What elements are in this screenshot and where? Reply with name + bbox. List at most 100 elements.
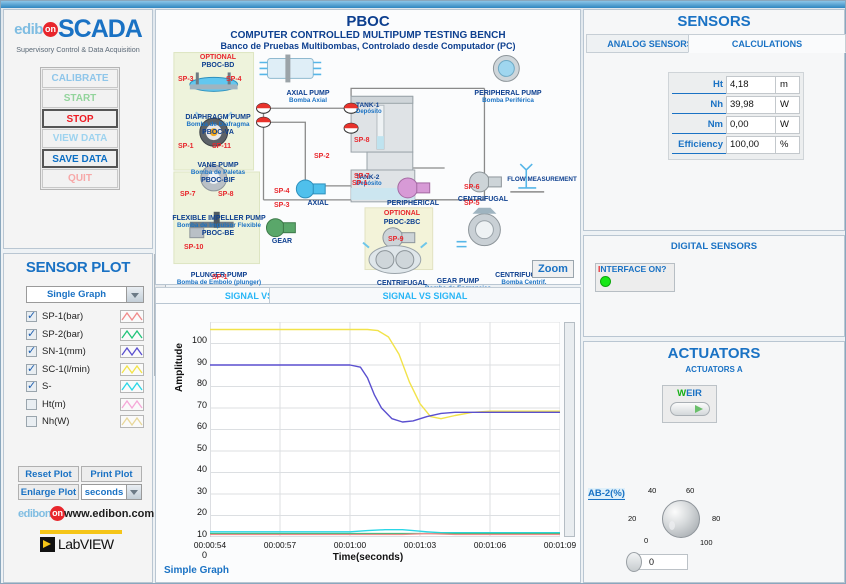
legend-row[interactable]: Ht(m) bbox=[26, 396, 144, 414]
legend-row[interactable]: Nh(W) bbox=[26, 413, 144, 431]
knob-tick-0: 0 bbox=[644, 536, 649, 545]
sp-tag-sp-7b: SP-7 bbox=[354, 173, 370, 180]
process-diagram-panel: PBOC COMPUTER CONTROLLED MULTIPUMP TESTI… bbox=[155, 9, 581, 292]
chart-y-tick: 20 bbox=[196, 507, 207, 517]
save-data-button[interactable]: SAVE DATA bbox=[42, 149, 118, 168]
ab2-knob-control[interactable]: 0 20 40 60 80 100 bbox=[626, 482, 738, 550]
calculation-unit: W bbox=[776, 96, 800, 114]
tank-1-label: TANK-1 bbox=[356, 102, 380, 109]
print-plot-button[interactable]: Print Plot bbox=[81, 466, 142, 482]
signal-color-swatch[interactable] bbox=[120, 327, 144, 341]
ab2-spinner-icon[interactable] bbox=[626, 552, 642, 572]
enlarge-plot-button[interactable]: Enlarge Plot bbox=[18, 484, 79, 500]
chart-x-tick: 00:01:06 bbox=[473, 540, 507, 550]
edibon-url-text: www.edibon.com bbox=[64, 507, 155, 520]
legend-row[interactable]: S- bbox=[26, 378, 144, 396]
sp-tag-sp-7a: SP-7 bbox=[180, 191, 196, 198]
labview-text: LabVIEW bbox=[58, 536, 114, 552]
sp-tag-sp-11: SP-11 bbox=[212, 143, 232, 150]
legend-row[interactable]: SC-1(l/min) bbox=[26, 361, 144, 379]
inline-label-peripherical: PERIPHERICAL bbox=[386, 200, 440, 207]
stop-button[interactable]: STOP bbox=[42, 109, 118, 128]
signal-checkbox[interactable] bbox=[26, 327, 37, 340]
time-unit-value: seconds bbox=[84, 486, 124, 498]
logo-subtitle: Supervisory Control & Data Acquisition bbox=[16, 45, 140, 54]
module-code-pboc-va: PBOC-VA bbox=[202, 129, 234, 136]
signal-color-swatch[interactable] bbox=[120, 380, 144, 394]
signal-legend-list: SP-1(bar) SP-2(bar) SN-1(mm) SC-1(l/min) S- H… bbox=[26, 308, 144, 430]
calibrate-button[interactable]: CALIBRATE bbox=[42, 69, 118, 88]
pump-label-peripheral-en: PERIPHERAL PUMP bbox=[474, 90, 542, 97]
chart-x-tick: 00:01:09 bbox=[543, 540, 577, 550]
signal-checkbox[interactable] bbox=[26, 344, 37, 358]
chart-y-tick: 100 bbox=[191, 335, 207, 345]
module-name-diaphragm-es: Bomba de Diafragma bbox=[186, 121, 250, 128]
sp-tag-sp-3b: SP-3 bbox=[274, 202, 290, 209]
signal-label: SN-1(mm) bbox=[42, 346, 86, 358]
time-unit-select[interactable]: seconds bbox=[81, 484, 142, 500]
signal-color-swatch[interactable] bbox=[120, 362, 144, 376]
signal-color-swatch[interactable] bbox=[120, 415, 144, 429]
signal-plot-panel: Amplitude 0 10 20 30 40 50 60 70 80 90 100 00:00:54… bbox=[155, 303, 581, 583]
inline-label-gear: GEAR bbox=[271, 238, 293, 245]
chart-x-tick: 00:00:57 bbox=[263, 540, 297, 550]
signal-checkbox[interactable] bbox=[26, 379, 37, 393]
ab2-knob[interactable] bbox=[662, 500, 700, 538]
zoom-button[interactable]: Zoom bbox=[532, 260, 574, 278]
signal-checkbox[interactable] bbox=[26, 398, 37, 410]
chart-y-tick: 10 bbox=[196, 528, 207, 539]
sp-tag-sp-3: SP-3 bbox=[178, 76, 194, 83]
signal-color-swatch[interactable] bbox=[120, 345, 144, 359]
calculation-label: Nh bbox=[672, 96, 726, 114]
weir-actuator[interactable]: WEIR bbox=[662, 385, 717, 423]
tab-calculations[interactable]: CALCULATIONS bbox=[688, 34, 846, 53]
chevron-down-icon bbox=[126, 287, 143, 302]
module-name-vane-en: VANE PUMP bbox=[197, 162, 239, 169]
legend-row[interactable]: SP-1(bar) bbox=[26, 308, 144, 326]
sp-tag-sp-2: SP-2 bbox=[314, 153, 330, 160]
signal-color-swatch[interactable] bbox=[120, 310, 144, 324]
module-name-flexible-en: FLEXIBLE IMPELLER PUMP bbox=[172, 215, 266, 222]
signal-checkbox[interactable] bbox=[26, 362, 37, 375]
calculations-table: Ht 4,18 m Nh 39,98 W Nm 0,00 W Efficiency 100,00% bbox=[668, 72, 804, 160]
quit-button[interactable]: QUIT bbox=[42, 169, 118, 188]
tank-1-label-es: Depósito bbox=[356, 109, 382, 115]
signal-label: SC-1(l/min) bbox=[42, 363, 91, 375]
logo-dot-icon: on bbox=[42, 22, 58, 37]
edibon-website-link[interactable]: edibon on www.edibon.com bbox=[18, 506, 154, 521]
weir-label-initial: W bbox=[677, 388, 687, 399]
calculation-unit: W bbox=[776, 116, 800, 134]
module-code-pboc-bif: PBOC-BIF bbox=[201, 177, 235, 184]
module-name-vane-es: Bomba de Paletas bbox=[190, 169, 246, 176]
tab-signal-vs-signal[interactable]: SIGNAL VS SIGNAL bbox=[269, 287, 581, 304]
signal-label: Ht(m) bbox=[42, 398, 66, 410]
knob-tick-60: 60 bbox=[686, 486, 695, 495]
start-button[interactable]: START bbox=[42, 89, 118, 108]
calculation-value: 0,00 bbox=[726, 116, 776, 134]
legend-row[interactable]: SP-2(bar) bbox=[26, 326, 144, 344]
weir-toggle-switch[interactable] bbox=[669, 402, 710, 416]
legend-row[interactable]: SN-1(mm) bbox=[26, 343, 144, 361]
optional-label-2bc: OPTIONAL bbox=[383, 210, 421, 217]
chart-plot-area[interactable]: Amplitude 0 10 20 30 40 50 60 70 80 90 100 00:00:54… bbox=[174, 321, 576, 560]
actuators-panel: ACTUATORS ACTUATORS A WEIR AB-2(%) 0 20 … bbox=[583, 341, 845, 583]
weir-label: WEIR bbox=[663, 386, 716, 399]
actuators-subtitle: ACTUATORS A bbox=[685, 365, 743, 374]
signal-color-swatch[interactable] bbox=[120, 397, 144, 411]
chart-scrollbar[interactable] bbox=[564, 322, 575, 537]
edibon-small-logo: edibon bbox=[18, 507, 52, 520]
graph-mode-select[interactable]: Single Graph bbox=[26, 286, 144, 303]
digital-sensors-panel: DIGITAL SENSORS INTERFACE ON? bbox=[583, 235, 845, 337]
signal-checkbox[interactable] bbox=[26, 416, 37, 428]
signal-checkbox[interactable] bbox=[26, 309, 37, 323]
reset-plot-button[interactable]: Reset Plot bbox=[18, 466, 79, 482]
module-name-flexible-es: Bomba de Impulsor Flexible bbox=[177, 222, 261, 229]
left-control-panel: edib on SCADA Supervisory Control & Data … bbox=[3, 9, 153, 249]
digital-sensors-title: DIGITAL SENSORS bbox=[670, 241, 758, 252]
sp-tag-sp-1b: SP-1 bbox=[212, 274, 228, 281]
view-data-button[interactable]: VIEW DATA bbox=[42, 129, 118, 148]
chart-y-tick: 80 bbox=[196, 378, 207, 388]
actuators-title: ACTUATORS bbox=[667, 345, 761, 362]
sp-tag-sp-8a: SP-8 bbox=[218, 191, 234, 198]
sensors-tab-bar: ANALOG SENSORS CALCULATIONS bbox=[584, 34, 846, 53]
